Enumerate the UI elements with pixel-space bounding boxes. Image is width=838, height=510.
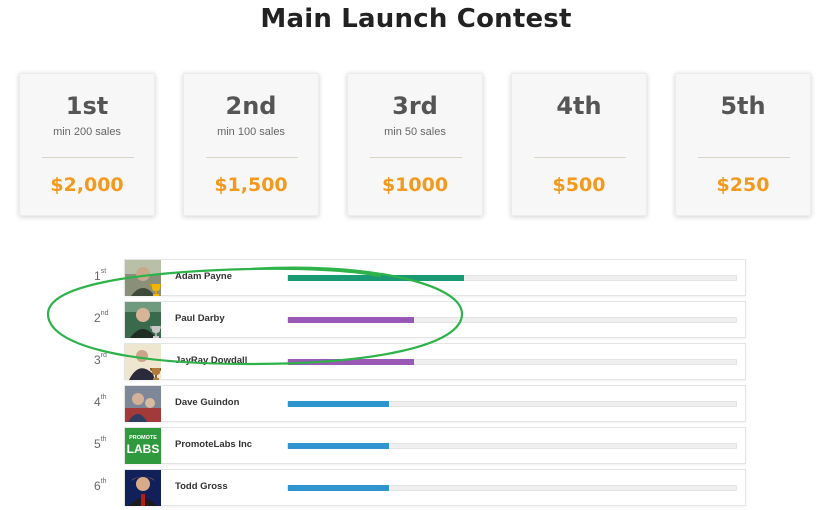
prize-amount: $500: [552, 174, 606, 196]
divider: [42, 157, 134, 158]
contestant-name: Adam Payne: [175, 271, 233, 282]
prize-cards: 1st min 200 sales $2,000 2nd min 100 sal…: [19, 73, 819, 217]
prize-rank: 5th: [720, 92, 766, 120]
leaderboard-entry[interactable]: Adam Payne: [124, 259, 746, 296]
leaderboard-entry[interactable]: Paul Darby: [124, 301, 746, 338]
contestant-name: Todd Gross: [175, 481, 228, 492]
avatar[interactable]: [125, 344, 161, 380]
prize-rank: 2nd: [225, 92, 277, 120]
prize-card-4th: 4th $500: [511, 73, 647, 216]
progress-bar: [288, 401, 389, 407]
leaderboard-row: 6th Todd Gross: [86, 469, 748, 506]
logo-line-1: PROMOTE: [129, 435, 157, 441]
page-title: Main Launch Contest: [260, 4, 572, 34]
prize-amount: $1000: [381, 174, 449, 196]
leaderboard-row: 4th Dave Guindon: [86, 385, 748, 422]
contestant-name: PromoteLabs Inc: [175, 439, 253, 450]
progress-bar: [288, 359, 414, 365]
progress-bar: [288, 317, 414, 323]
gold-trophy-icon: [150, 284, 161, 296]
rank-number: 4th: [94, 394, 107, 409]
promotelabs-logo[interactable]: PROMOTE LABS: [125, 428, 161, 464]
divider: [534, 157, 626, 158]
rank-number: 5th: [94, 436, 107, 451]
rank-number: 2nd: [94, 310, 109, 325]
prize-card-5th: 5th $250: [675, 73, 811, 216]
progress-track: [287, 443, 737, 449]
leaderboard-entry[interactable]: Dave Guindon: [124, 385, 746, 422]
progress-track: [287, 359, 737, 365]
progress-track: [287, 275, 737, 281]
leaderboard-entry[interactable]: Todd Gross: [124, 469, 746, 506]
logo-line-2: LABS: [126, 442, 160, 456]
leaderboard-row: 5th PROMOTE LABS PromoteLabs Inc: [86, 427, 748, 464]
rank-number: 3rd: [94, 352, 107, 367]
prize-amount: $250: [716, 174, 770, 196]
divider: [698, 157, 790, 158]
leaderboard-entry[interactable]: JayRay Dowdall: [124, 343, 746, 380]
prize-amount: $1,500: [214, 174, 288, 196]
progress-track: [287, 317, 737, 323]
avatar[interactable]: [125, 260, 161, 296]
prize-min-sales: min 200 sales: [53, 126, 121, 138]
contestant-name: JayRay Dowdall: [175, 355, 248, 366]
prize-rank: 1st: [65, 92, 109, 120]
divider: [206, 157, 298, 158]
prize-amount: $2,000: [50, 174, 124, 196]
leaderboard-row: 2nd Paul Darby: [86, 301, 748, 338]
bronze-trophy-icon: [150, 368, 161, 380]
prize-card-3rd: 3rd min 50 sales $1000: [347, 73, 483, 216]
leaderboard-row: 1st Adam Payne: [86, 259, 748, 296]
avatar[interactable]: [125, 470, 161, 506]
prize-card-1st: 1st min 200 sales $2,000: [19, 73, 155, 216]
contestant-name: Dave Guindon: [175, 397, 240, 408]
leaderboard-row: 3rd JayRay Dowdall: [86, 343, 748, 380]
progress-bar: [288, 275, 464, 281]
progress-bar: [288, 443, 389, 449]
avatar[interactable]: [125, 386, 161, 422]
prize-min-sales: min 100 sales: [217, 126, 285, 138]
progress-bar: [288, 485, 389, 491]
rank-number: 6th: [94, 478, 107, 493]
silver-trophy-icon: [150, 326, 161, 338]
divider: [370, 157, 462, 158]
contestant-name: Paul Darby: [175, 313, 225, 324]
leaderboard-entry[interactable]: PROMOTE LABS PromoteLabs Inc: [124, 427, 746, 464]
prize-rank: 4th: [556, 92, 602, 120]
prize-rank: 3rd: [392, 92, 438, 120]
prize-min-sales: min 50 sales: [384, 126, 446, 138]
rank-number: 1st: [94, 268, 107, 283]
progress-track: [287, 485, 737, 491]
progress-track: [287, 401, 737, 407]
avatar[interactable]: [125, 302, 161, 338]
prize-card-2nd: 2nd min 100 sales $1,500: [183, 73, 319, 216]
